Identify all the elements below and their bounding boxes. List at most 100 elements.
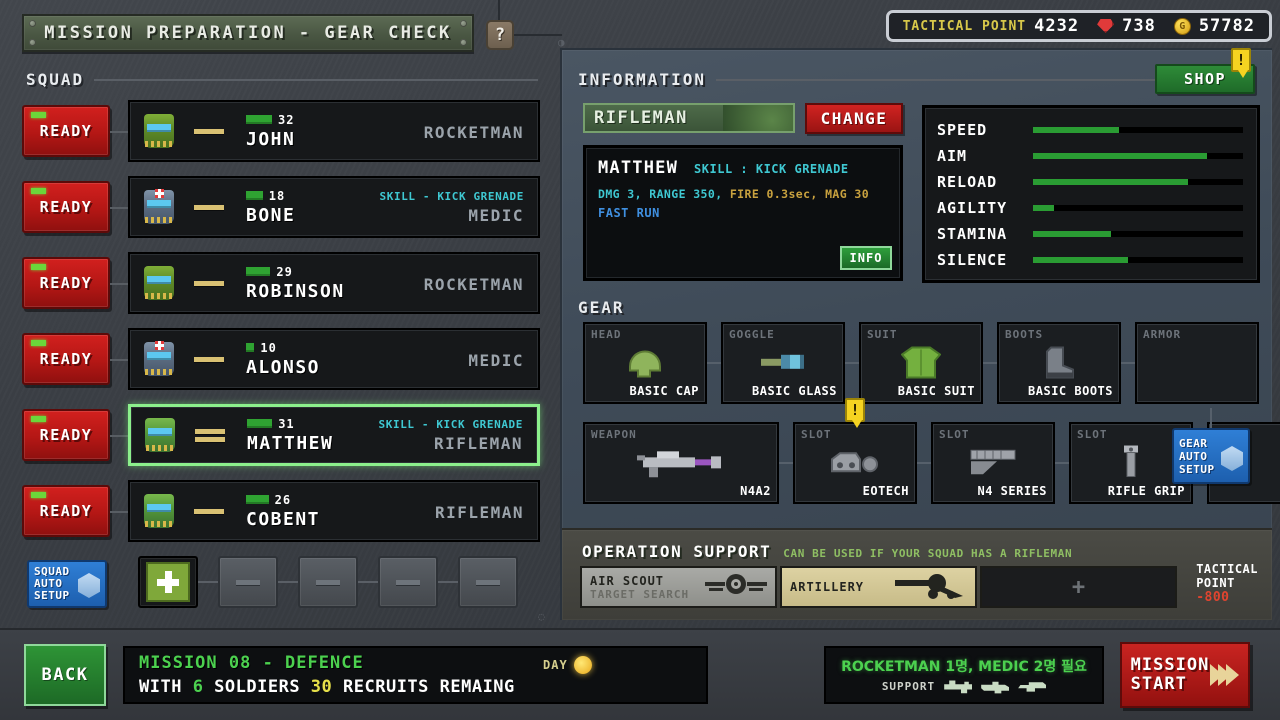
- gear-item-name: EOTECH: [862, 484, 909, 498]
- gear-slot[interactable]: WEAPON N4A2: [583, 422, 779, 504]
- squad-empty-slot-row: [138, 556, 538, 608]
- page-title: MISSION PREPARATION - GEAR CHECK: [44, 23, 452, 43]
- howitzer-icon: [981, 681, 1010, 694]
- level-value: 10: [260, 340, 277, 355]
- goggle-icon: [761, 354, 805, 374]
- empty-squad-slot[interactable]: [218, 556, 278, 608]
- connector-line: [278, 581, 298, 583]
- ready-button[interactable]: READY: [22, 409, 110, 461]
- rank-insignia: [178, 280, 240, 286]
- ready-button[interactable]: READY: [22, 105, 110, 157]
- requirement-box: ROCKETMAN 1명, MEDIC 2명 필요 SUPPORT: [824, 646, 1104, 704]
- squad-member-card[interactable]: 29 ROBINSON ROCKETMAN: [128, 252, 540, 314]
- member-name: BONE: [246, 204, 296, 226]
- mission-start-button[interactable]: MISSION START: [1120, 642, 1250, 708]
- status-led-icon: [31, 492, 46, 498]
- rank-bar: [194, 356, 224, 362]
- status-led-icon: [31, 188, 46, 194]
- rifleman-avatar: [140, 490, 178, 532]
- rank-bar: [195, 436, 225, 442]
- rank-bar: [194, 128, 224, 134]
- ready-button[interactable]: READY: [22, 257, 110, 309]
- gear-slot[interactable]: ARMOR: [1135, 322, 1259, 404]
- support-item-name: ARTILLERY: [790, 580, 865, 594]
- gear-auto-setup-button[interactable]: GEAR AUTO SETUP: [1172, 428, 1250, 484]
- rank-insignia: [178, 356, 240, 362]
- gear-slot-label: BOOTS: [1005, 328, 1044, 341]
- squad-member-card[interactable]: 26 COBENT RIFLEMAN: [128, 480, 540, 542]
- plus-icon: [157, 571, 179, 593]
- change-class-button[interactable]: CHANGE: [805, 103, 903, 134]
- operation-support-label: OPERATION SUPPORT: [582, 542, 772, 561]
- gear-slot[interactable]: BOOTS BASIC BOOTS: [997, 322, 1121, 404]
- operation-support-header: OPERATION SUPPORT CAN BE USED IF YOUR SQ…: [582, 542, 1072, 561]
- squad-member-card[interactable]: 10 ALONSO MEDIC: [128, 328, 540, 390]
- level-value: 29: [276, 264, 293, 279]
- connector-line: [983, 362, 997, 364]
- decor-wire: [1210, 408, 1212, 430]
- squad-row: READY 18 BONE SKILL - KICK GRENADE MEDIC: [18, 174, 542, 250]
- ready-button[interactable]: READY: [22, 181, 110, 233]
- stat-mag: MAG 30: [825, 187, 870, 201]
- level-bar: [246, 115, 273, 124]
- stat-row: SPEED: [937, 117, 1243, 143]
- squad-member-card[interactable]: 31 MATTHEW SKILL - KICK GRENADE RIFLEMAN: [128, 404, 540, 466]
- artillery-icon: [944, 680, 973, 694]
- gear-slot[interactable]: SUIT BASIC SUIT: [859, 322, 983, 404]
- operation-support-item[interactable]: AIR SCOUT TARGET SEARCH: [580, 566, 777, 608]
- hex-icon: [78, 573, 100, 598]
- information-header-label: INFORMATION: [578, 70, 706, 89]
- gear-item-name: N4A2: [740, 484, 771, 498]
- grip-icon: [1120, 445, 1142, 484]
- empty-dash-icon: [476, 579, 500, 585]
- gear-slot[interactable]: SLOT EOTECH!: [793, 398, 917, 504]
- squad-member-card[interactable]: 32 JOHN ROCKETMAN: [128, 100, 540, 162]
- stat-fill: [1033, 257, 1128, 263]
- ready-button[interactable]: READY: [22, 485, 110, 537]
- stat-row: RELOAD: [937, 169, 1243, 195]
- empty-squad-slot[interactable]: [378, 556, 438, 608]
- operation-support-item[interactable]: ARTILLERY: [780, 566, 977, 608]
- stat-row: AIM: [937, 143, 1243, 169]
- connector-line: [198, 581, 218, 583]
- status-led-icon: [31, 416, 46, 422]
- stat-track: [1033, 179, 1243, 185]
- member-class: RIFLEMAN: [434, 503, 524, 522]
- empty-squad-slot[interactable]: [298, 556, 358, 608]
- gear-slot[interactable]: SLOT N4 SERIES: [931, 422, 1055, 504]
- corner-mark-icon: ◌: [538, 610, 545, 623]
- stat-label: SILENCE: [937, 251, 1008, 269]
- operation-support-panel: OPERATION SUPPORT CAN BE USED IF YOUR SQ…: [562, 528, 1272, 620]
- add-member-slot[interactable]: [138, 556, 198, 608]
- back-button[interactable]: BACK: [24, 644, 106, 706]
- gear-item-name: RIFLE GRIP: [1107, 484, 1185, 498]
- hex-icon: [1221, 446, 1243, 471]
- level-row: 31: [247, 417, 379, 431]
- gear-slot[interactable]: GOGGLE BASIC GLASS: [721, 322, 845, 404]
- tactical-point-cost: TACTICAL POINT -800: [1196, 562, 1258, 605]
- screw-icon: [460, 20, 467, 27]
- member-name: ROBINSON: [246, 280, 345, 302]
- empty-squad-slot[interactable]: [458, 556, 518, 608]
- gear-slot[interactable]: HEAD BASIC CAP: [583, 322, 707, 404]
- ready-label: READY: [39, 426, 93, 444]
- squad-row: READY 32 JOHN ROCKETMAN: [18, 98, 542, 174]
- info-button[interactable]: INFO: [840, 246, 892, 270]
- squad-member-card[interactable]: 18 BONE SKILL - KICK GRENADE MEDIC: [128, 176, 540, 238]
- gear-slot-label: SUIT: [867, 328, 898, 341]
- gear-section-header: GEAR: [578, 298, 658, 317]
- member-class: MEDIC: [468, 205, 524, 225]
- divider: [94, 78, 538, 81]
- ready-button[interactable]: READY: [22, 333, 110, 385]
- stat-label: STAMINA: [937, 225, 1008, 243]
- stat-track: [1033, 127, 1243, 133]
- operation-support-empty-slot[interactable]: +: [980, 566, 1177, 608]
- ready-label: READY: [39, 198, 93, 216]
- help-button[interactable]: ?: [486, 20, 514, 50]
- day-label: DAY: [543, 658, 568, 672]
- squad-auto-setup-button[interactable]: SQUAD AUTO SETUP: [27, 560, 107, 608]
- squad-row: READY 26 COBENT RIFLEMAN: [18, 478, 542, 554]
- connector-line: [779, 462, 793, 464]
- squad-row: READY 29 ROBINSON ROCKETMAN: [18, 250, 542, 326]
- information-section-header: INFORMATION: [578, 70, 1158, 89]
